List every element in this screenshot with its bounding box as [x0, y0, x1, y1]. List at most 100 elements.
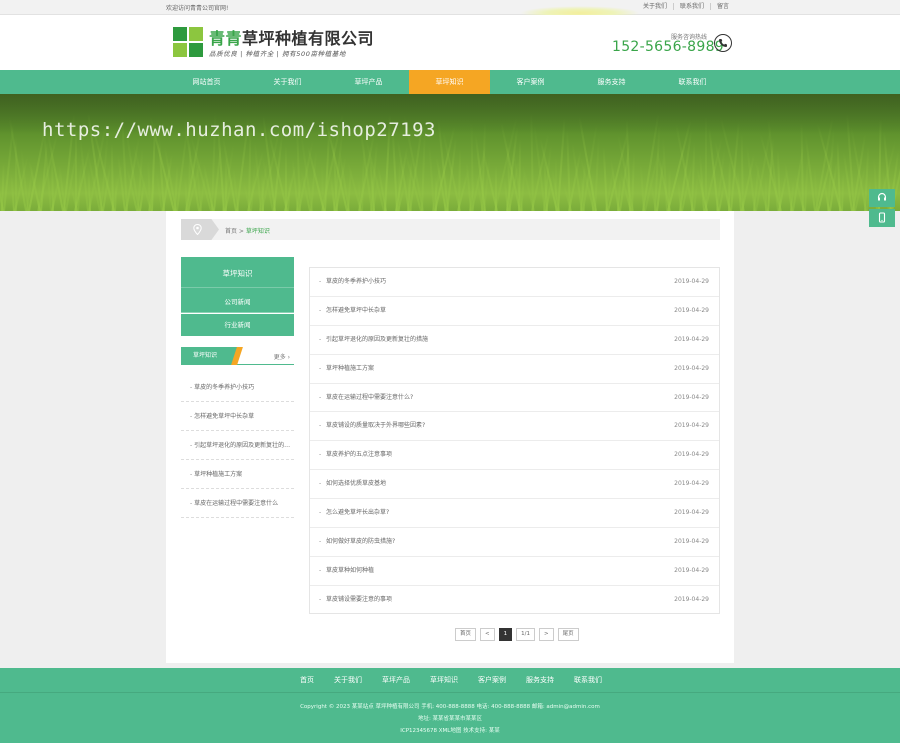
article-title[interactable]: 草皮的冬季养护小技巧	[326, 278, 386, 285]
pager-button[interactable]: >	[538, 628, 554, 641]
article-row[interactable]: - 如何做好草皮的防虫措施? 2019-04-29	[310, 528, 719, 557]
main-nav-items: 网站首页 关于我们 草坪产品 草坪知识 客户案例 服务支持 联系我们	[166, 70, 734, 94]
nav-item[interactable]: 联系我们	[652, 70, 733, 94]
article-row[interactable]: - 草皮草种如何种植 2019-04-29	[310, 557, 719, 586]
article-row[interactable]: - 怎样避免草坪中长杂草 2019-04-29	[310, 297, 719, 326]
sidebar-subcat-company-news[interactable]: 公司新闻	[181, 291, 294, 313]
article-row[interactable]: - 草皮铺设需要注意的事项 2019-04-29	[310, 586, 719, 615]
footer-nav: 首页 关于我们 草坪产品 草坪知识 客户案例 服务支持 联系我们	[0, 668, 900, 693]
pager-button[interactable]: 1	[498, 628, 513, 641]
footer-nav-item[interactable]: 联系我们	[564, 668, 612, 693]
top-link-about[interactable]: 关于我们	[637, 3, 673, 10]
mobile-site-button[interactable]	[869, 209, 895, 227]
grass-blade	[841, 171, 845, 211]
article-row[interactable]: - 如何选择优质草皮基地 2019-04-29	[310, 470, 719, 500]
brand-slogan: 品质优良 | 种植齐全 | 拥有500亩种植基地	[209, 50, 346, 58]
grass-blade	[225, 156, 227, 211]
sidebar-hot-item[interactable]: 草皮的冬季养护小技巧	[181, 373, 294, 402]
article-date: 2019-04-29	[674, 335, 709, 343]
footer-nav-item[interactable]: 关于我们	[324, 668, 372, 693]
breadcrumb: 首页 > 草坪知识	[181, 219, 720, 240]
article-bullet: -	[319, 480, 322, 488]
grass-blade	[428, 144, 435, 211]
article-row[interactable]: - 草坪种植施工方案 2019-04-29	[310, 355, 719, 384]
article-date: 2019-04-29	[674, 306, 709, 314]
grass-blade	[87, 169, 91, 211]
article-title[interactable]: 草皮铺设的质量取决于外界哪些因素?	[326, 422, 425, 429]
sidebar-hot-item[interactable]: 引起草坪退化的原因及更新复壮的措施	[181, 431, 294, 460]
sidebar-hot-item[interactable]: 草皮在运输过程中需要注意什么	[181, 489, 294, 518]
footer-address: 地址: 某某省某某市某某区	[417, 716, 483, 722]
mobile-phone-icon	[878, 212, 886, 223]
article-title[interactable]: 怎样避免草坪中长杂草	[326, 307, 386, 314]
article-title[interactable]: 草坪种植施工方案	[326, 365, 374, 372]
top-link-message[interactable]: 留言	[709, 3, 735, 10]
sidebar-title: 草坪知识	[181, 257, 294, 291]
footer-nav-item[interactable]: 服务支持	[516, 668, 564, 693]
pager-button[interactable]: 1/1	[516, 628, 535, 641]
nav-item[interactable]: 网站首页	[166, 70, 247, 94]
top-bar: 欢迎访问青青公司官网! 关于我们 联系我们 留言	[0, 0, 900, 20]
headset-icon	[877, 192, 887, 201]
location-pin-icon	[193, 224, 202, 235]
article-row[interactable]: - 草皮的冬季养护小技巧 2019-04-29	[310, 268, 719, 297]
nav-item[interactable]: 草坪产品	[328, 70, 409, 94]
article-title[interactable]: 草皮在运输过程中需要注意什么?	[326, 394, 413, 401]
pager-button[interactable]: <	[480, 628, 495, 641]
article-title[interactable]: 如何选择优质草皮基地	[326, 480, 386, 487]
article-title[interactable]: 如何做好草皮的防虫措施?	[326, 538, 395, 545]
grass-blade	[15, 136, 17, 211]
grass-blade	[602, 147, 608, 211]
sidebar-hot-item[interactable]: 怎样避免草坪中长杂草	[181, 402, 294, 431]
brand-highlight: 青青	[209, 29, 243, 48]
article-bullet: -	[319, 451, 322, 459]
watermark-text: https://www.huzhan.com/ishop27193	[42, 119, 436, 141]
article-title[interactable]: 怎么避免草坪长出杂草?	[326, 509, 389, 516]
article-title[interactable]: 草皮铺设需要注意的事项	[326, 596, 392, 603]
article-date: 2019-04-29	[674, 538, 709, 546]
breadcrumb-current[interactable]: 草坪知识	[246, 228, 270, 235]
top-link-contact[interactable]: 联系我们	[672, 3, 710, 10]
customer-service-button[interactable]	[869, 189, 895, 207]
article-title[interactable]: 草皮草种如何种植	[326, 567, 374, 574]
nav-item[interactable]: 服务支持	[571, 70, 652, 94]
brand-name[interactable]: 青青草坪种植有限公司	[209, 25, 374, 49]
article-row[interactable]: - 怎么避免草坪长出杂草? 2019-04-29	[310, 499, 719, 529]
article-bullet: -	[319, 306, 322, 314]
article-row[interactable]: - 引起草坪退化的原因及更新复壮的措施 2019-04-29	[310, 326, 719, 355]
breadcrumb-path: 首页 > 草坪知识	[225, 226, 270, 235]
article-bullet: -	[319, 538, 322, 546]
footer-nav-item[interactable]: 首页	[290, 668, 324, 693]
pager-button[interactable]: 首页	[455, 628, 477, 641]
nav-item[interactable]: 关于我们	[247, 70, 328, 94]
nav-item[interactable]: 客户案例	[490, 70, 571, 94]
logo-icon[interactable]	[173, 27, 203, 57]
grass-blade	[705, 116, 707, 211]
nav-item[interactable]: 草坪知识	[409, 70, 490, 94]
sidebar-hot-list: 草皮的冬季养护小技巧怎样避免草坪中长杂草引起草坪退化的原因及更新复壮的措施草坪种…	[181, 373, 294, 518]
footer-nav-item[interactable]: 草坪产品	[372, 668, 420, 693]
article-row[interactable]: - 草皮养护的五点注意事项 2019-04-29	[310, 441, 719, 471]
article-row[interactable]: - 草皮铺设的质量取决于外界哪些因素? 2019-04-29	[310, 412, 719, 442]
article-row[interactable]: - 草皮在运输过程中需要注意什么? 2019-04-29	[310, 384, 719, 413]
brand-rest: 草坪种植有限公司	[242, 29, 375, 48]
footer-icp: ICP12345678 XML地图 技术支持: 某某	[400, 728, 500, 734]
sidebar-more-link[interactable]: 更多 ›	[274, 352, 290, 361]
sidebar-subcat-industry-news[interactable]: 行业新闻	[181, 314, 294, 336]
article-title[interactable]: 引起草坪退化的原因及更新复壮的措施	[326, 336, 428, 343]
article-bullet: -	[319, 595, 322, 603]
article-title[interactable]: 草皮养护的五点注意事项	[326, 451, 392, 458]
sidebar-hot-header: 草坪知识 更多 ›	[181, 347, 294, 365]
sidebar-hot-item[interactable]: 草坪种植施工方案	[181, 460, 294, 489]
hotline-number: 152-5656-8989	[612, 39, 724, 55]
grass-blade	[250, 161, 257, 211]
pager-button[interactable]: 尾页	[557, 628, 579, 641]
footer-nav-item[interactable]: 客户案例	[468, 668, 516, 693]
footer-nav-item[interactable]: 草坪知识	[420, 668, 468, 693]
phone-icon	[714, 34, 732, 52]
article-date: 2019-04-29	[674, 566, 709, 574]
article-bullet: -	[319, 335, 322, 343]
article-bullet: -	[319, 422, 322, 430]
breadcrumb-home[interactable]: 首页	[225, 228, 237, 235]
article-date: 2019-04-29	[674, 393, 709, 401]
